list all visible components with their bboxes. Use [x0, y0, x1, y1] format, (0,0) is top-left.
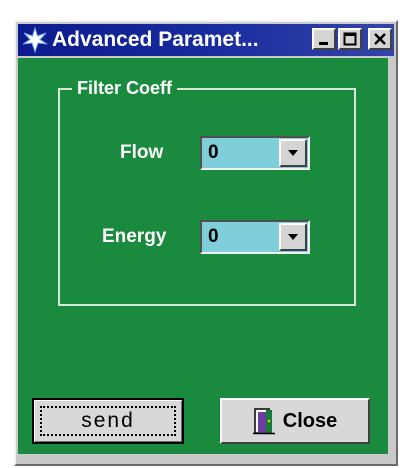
star-burst-icon [20, 25, 50, 55]
group-label: Filter Coeff [72, 78, 178, 99]
close-button-label: Close [282, 409, 338, 432]
minimize-icon [319, 42, 328, 45]
chevron-down-icon [288, 150, 298, 156]
energy-label: Energy [102, 226, 167, 247]
flow-combobox[interactable]: 0 [200, 136, 310, 170]
flow-label: Flow [120, 142, 164, 163]
maximize-icon [343, 32, 357, 46]
advanced-parameters-window: Advanced Paramet... Filter Coeff Flow 0 … [14, 20, 398, 466]
door-exit-icon [252, 407, 275, 435]
title-bar[interactable]: Advanced Paramet... [18, 24, 394, 56]
close-button[interactable]: Close [220, 398, 370, 444]
close-x-icon [374, 33, 386, 45]
energy-value: 0 [208, 226, 219, 247]
minimize-button[interactable] [312, 28, 336, 50]
energy-combobox[interactable]: 0 [200, 220, 310, 254]
client-area: Filter Coeff Flow 0 Energy 0 send Close [18, 58, 388, 454]
close-window-button[interactable] [368, 28, 392, 50]
send-button-label: send [40, 406, 176, 436]
maximize-button[interactable] [338, 28, 362, 50]
filter-coeff-group: Filter Coeff Flow 0 Energy 0 [58, 78, 356, 306]
energy-dropdown-button[interactable] [279, 223, 307, 251]
send-button[interactable]: send [32, 398, 184, 444]
flow-value: 0 [208, 142, 219, 163]
flow-dropdown-button[interactable] [279, 139, 307, 167]
chevron-down-icon [288, 234, 298, 240]
window-title: Advanced Paramet... [52, 28, 259, 51]
